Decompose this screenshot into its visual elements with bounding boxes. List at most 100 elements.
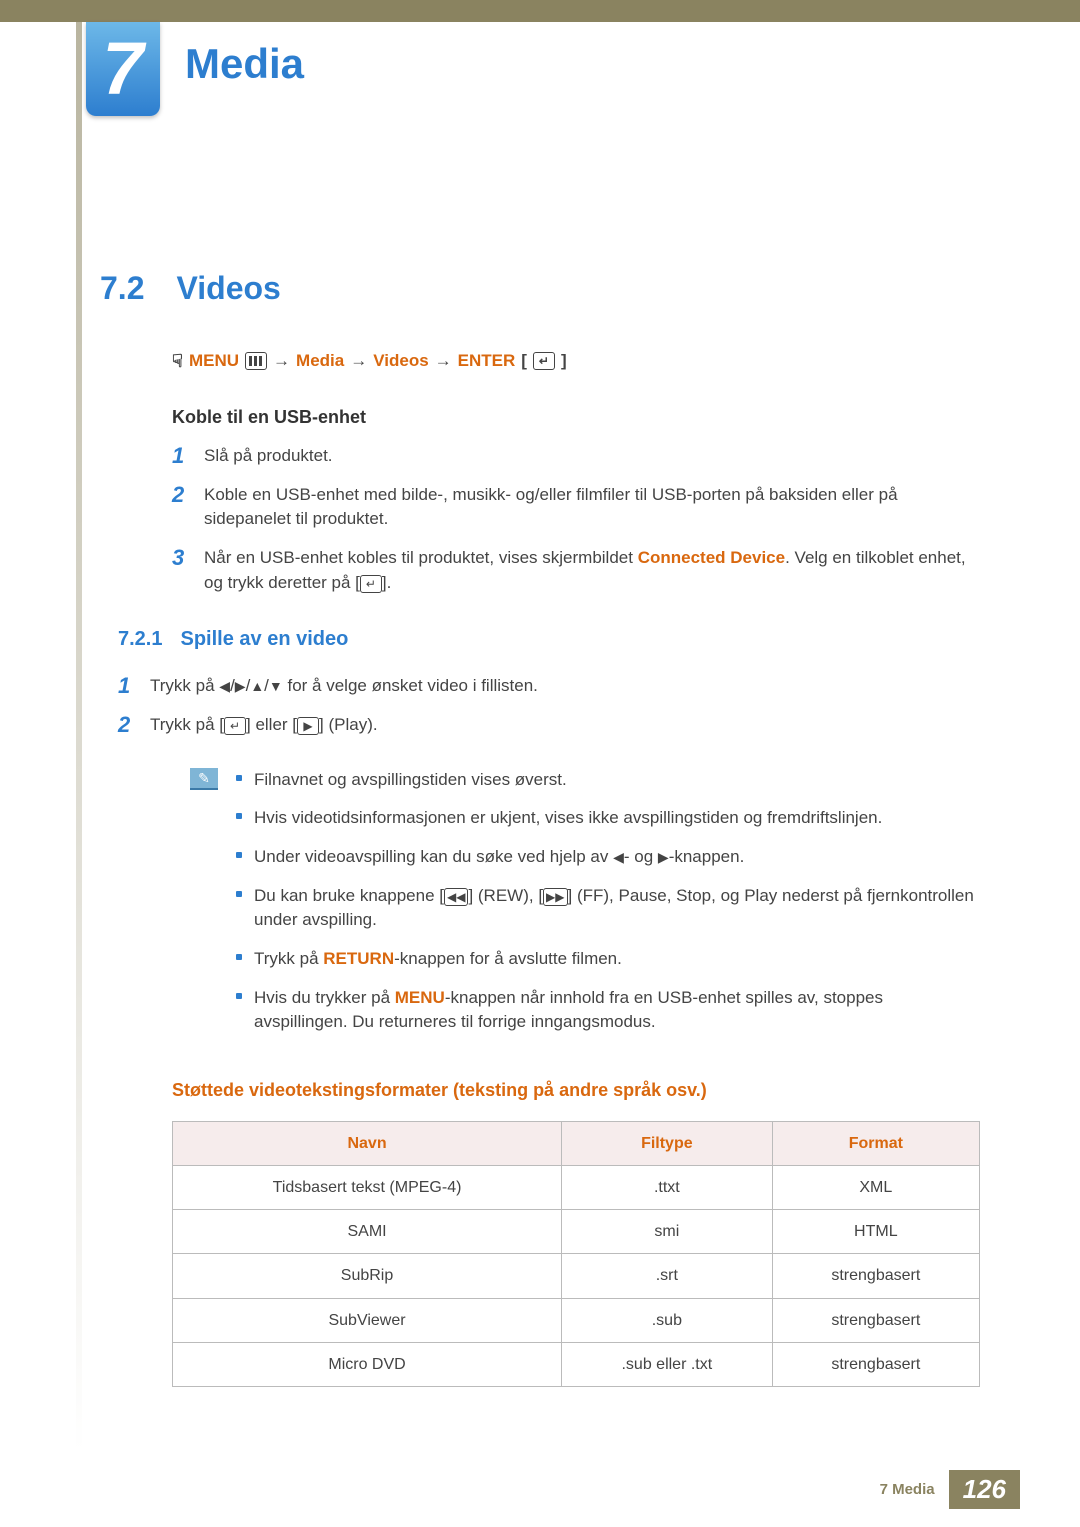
hand-icon: ☟	[172, 348, 183, 374]
step-number: 3	[172, 546, 190, 595]
left-arrow-icon: ◀	[613, 847, 624, 867]
cell: strengbasert	[772, 1254, 979, 1298]
enter-icon: ↵	[533, 352, 555, 370]
list-item: 1 Slå på produktet.	[172, 444, 980, 469]
text: ] (Play).	[319, 715, 378, 734]
highlight: Connected Device	[638, 548, 785, 567]
step-number: 1	[172, 444, 190, 469]
text: Hvis du trykker på	[254, 988, 395, 1007]
cell: Micro DVD	[173, 1342, 562, 1386]
list-item: 2 Koble en USB-enhet med bilde-, musikk-…	[172, 483, 980, 532]
bullet-item: Hvis videotidsinformasjonen er ukjent, v…	[236, 806, 980, 831]
note-bullets: Filnavnet og avspillingstiden vises øver…	[236, 768, 980, 1049]
table-row: SubRip.srtstrengbasert	[173, 1254, 980, 1298]
cell: SubViewer	[173, 1298, 562, 1342]
cell: Tidsbasert tekst (MPEG-4)	[173, 1166, 562, 1210]
text: -knappen.	[669, 847, 745, 866]
table-header-row: Navn Filtype Format	[173, 1121, 980, 1165]
text: for å velge ønsket video i fillisten.	[283, 676, 538, 695]
left-stripe	[76, 22, 82, 1452]
text: Trykk på	[150, 676, 219, 695]
highlight: RETURN	[323, 949, 394, 968]
step-number: 2	[172, 483, 190, 532]
page-footer: 7 Media 126	[880, 1470, 1020, 1509]
cell: strengbasert	[772, 1298, 979, 1342]
highlight: MENU	[395, 988, 445, 1007]
cell: .sub	[562, 1298, 773, 1342]
table-row: Tidsbasert tekst (MPEG-4).ttxtXML	[173, 1166, 980, 1210]
step-text: Trykk på ◀/▶/▲/▼ for å velge ønsket vide…	[150, 674, 980, 699]
text: Du kan bruke knappene [	[254, 886, 444, 905]
bullet-item: Filnavnet og avspillingstiden vises øver…	[236, 768, 980, 793]
cell: XML	[772, 1166, 979, 1210]
chapter-title: Media	[185, 40, 304, 88]
col-header: Filtype	[562, 1121, 773, 1165]
bullet-item: Hvis du trykker på MENU-knappen når innh…	[236, 986, 980, 1035]
text: Under videoavspilling kan du søke ved hj…	[254, 847, 613, 866]
text: ] eller [	[246, 715, 297, 734]
bullet-item: Under videoavspilling kan du søke ved hj…	[236, 845, 980, 870]
col-header: Navn	[173, 1121, 562, 1165]
section-number: 7.2	[100, 270, 144, 307]
step-text: Koble en USB-enhet med bilde-, musikk- o…	[204, 483, 980, 532]
subsection-number: 7.2.1	[118, 625, 162, 654]
cell: SubRip	[173, 1254, 562, 1298]
cell: HTML	[772, 1210, 979, 1254]
enter-icon: ↵	[360, 575, 382, 593]
usb-heading: Koble til en USB-enhet	[172, 404, 980, 430]
table-row: Micro DVD.sub eller .txtstrengbasert	[173, 1342, 980, 1386]
bullet-item: Trykk på RETURN-knappen for å avslutte f…	[236, 947, 980, 972]
nav-media: Media	[296, 349, 344, 374]
text: -knappen for å avslutte filmen.	[394, 949, 622, 968]
section-heading: 7.2 Videos	[100, 270, 1020, 307]
text: Trykk på [	[150, 715, 224, 734]
play-steps: 1 Trykk på ◀/▶/▲/▼ for å velge ønsket vi…	[118, 674, 980, 737]
down-arrow-icon: ▼	[269, 676, 283, 696]
play-icon: ▶	[297, 717, 319, 735]
nav-enter: ENTER	[458, 349, 516, 374]
step-number: 1	[118, 674, 136, 699]
list-item: 2 Trykk på [↵] eller [▶] (Play).	[118, 713, 980, 738]
table-row: SAMIsmiHTML	[173, 1210, 980, 1254]
text: ] (REW), [	[468, 886, 543, 905]
content-area: ☟ MENU → Media → Videos → ENTER [↵] Kobl…	[172, 348, 980, 1387]
step-text: Når en USB-enhet kobles til produktet, v…	[204, 546, 980, 595]
nav-menu: MENU	[189, 349, 239, 374]
chapter-badge: 7	[86, 22, 160, 116]
step-text: Trykk på [↵] eller [▶] (Play).	[150, 713, 980, 738]
cell: .ttxt	[562, 1166, 773, 1210]
menu-grid-icon	[245, 352, 267, 370]
note-icon: ✎	[190, 768, 218, 790]
bullet-item: Du kan bruke knappene [◀◀] (REW), [▶▶] (…	[236, 884, 980, 933]
right-arrow-icon: ▶	[658, 847, 669, 867]
table-title: Støttede videotekstingsformater (tekstin…	[172, 1077, 980, 1103]
subtitle-formats-table: Navn Filtype Format Tidsbasert tekst (MP…	[172, 1121, 980, 1387]
footer-label: 7 Media	[880, 1481, 935, 1498]
list-item: 3 Når en USB-enhet kobles til produktet,…	[172, 546, 980, 595]
up-arrow-icon: ▲	[250, 676, 264, 696]
cell: SAMI	[173, 1210, 562, 1254]
rewind-icon: ◀◀	[444, 888, 468, 906]
step-number: 2	[118, 713, 136, 738]
note-block: ✎ Filnavnet og avspillingstiden vises øv…	[190, 768, 980, 1049]
subsection-heading: 7.2.1 Spille av en video	[118, 625, 980, 654]
list-item: 1 Trykk på ◀/▶/▲/▼ for å velge ønsket vi…	[118, 674, 980, 699]
cell: .sub eller .txt	[562, 1342, 773, 1386]
page: 7 Media 7.2 Videos ☟ MENU → Media → Vide…	[0, 0, 1080, 1527]
nav-videos: Videos	[373, 349, 428, 374]
right-arrow-icon: ▶	[235, 676, 246, 696]
col-header: Format	[772, 1121, 979, 1165]
left-arrow-icon: ◀	[219, 676, 230, 696]
text: Trykk på	[254, 949, 323, 968]
cell: .srt	[562, 1254, 773, 1298]
cell: strengbasert	[772, 1342, 979, 1386]
page-number: 126	[949, 1470, 1020, 1509]
text: - og	[624, 847, 658, 866]
subsection-title: Spille av en video	[180, 625, 348, 654]
text: Når en USB-enhet kobles til produktet, v…	[204, 548, 638, 567]
top-bar	[0, 0, 1080, 22]
fast-forward-icon: ▶▶	[543, 888, 567, 906]
menu-path: ☟ MENU → Media → Videos → ENTER [↵]	[172, 348, 980, 374]
step-text: Slå på produktet.	[204, 444, 980, 469]
table-row: SubViewer.substrengbasert	[173, 1298, 980, 1342]
